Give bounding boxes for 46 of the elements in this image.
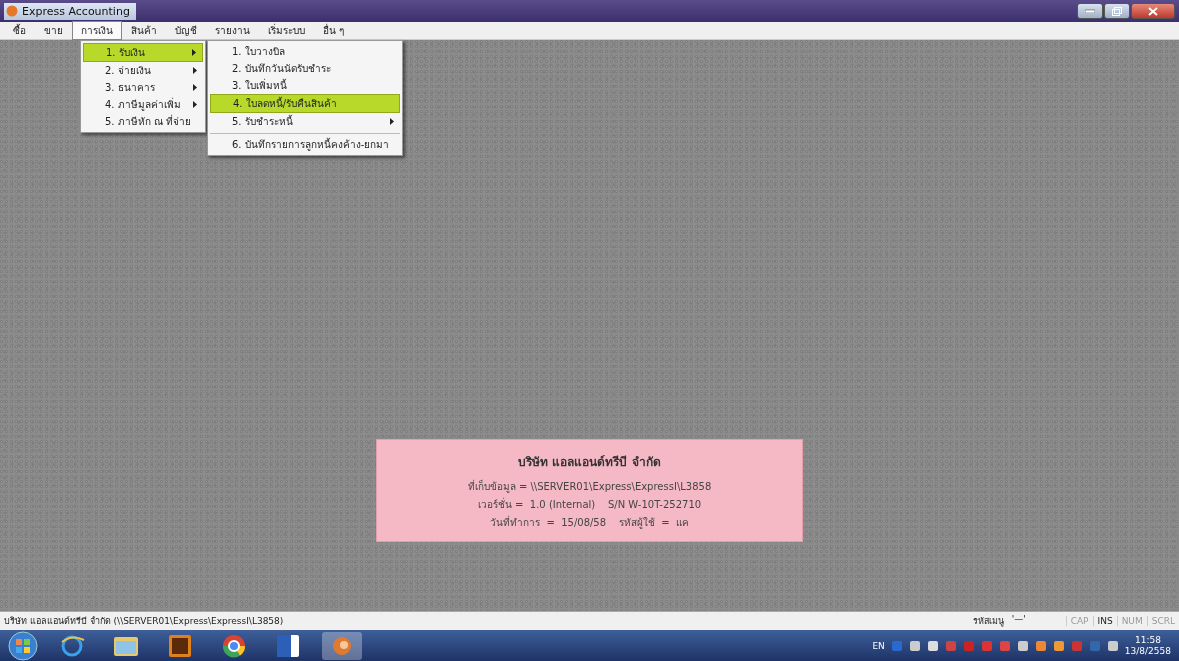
submenu-arrow-icon <box>193 84 197 91</box>
clock[interactable]: 11:58 13/8/2558 <box>1124 634 1171 657</box>
company-name: บริษัท แอลแอนด์ทรีบี จำกัด <box>518 454 661 471</box>
key-indicator: NUM <box>1116 616 1147 626</box>
submenu-arrow-icon <box>193 101 197 108</box>
menu-item[interactable]: 2. จ่ายเงิน <box>83 62 203 79</box>
info-line: วันที่ทำการ = 15/08/58 รหัสผู้ใช้ = แค <box>490 515 689 530</box>
maximize-button[interactable] <box>1104 3 1130 19</box>
menu-code-value: '—' <box>1011 614 1026 626</box>
submenu-arrow-icon <box>192 49 196 56</box>
menu-bar-item[interactable]: รายงาน <box>206 21 259 40</box>
submenu-arrow-icon <box>193 67 197 74</box>
menu-bar-item[interactable]: ขาย <box>35 21 72 40</box>
info-line: ที่เก็บข้อมูล = \\SERVER01\Express\ExpressI\L3858 <box>467 479 712 494</box>
menu-item[interactable]: 1. ใบวางบิล <box>210 43 400 60</box>
minimize-icon <box>1085 9 1095 13</box>
menu-item[interactable]: 4. ภาษีมูลค่าเพิ่ม <box>83 96 203 113</box>
key-indicator: CAP <box>1065 616 1093 626</box>
window-title: Express Accounting <box>4 2 136 20</box>
start-button[interactable] <box>8 630 38 661</box>
menu-bar-item[interactable]: อื่น ๆ <box>314 21 354 40</box>
menu-item[interactable]: 6. บันทึกรายการลูกหนี้คงค้าง-ยกมา <box>210 133 400 153</box>
menu-item[interactable]: 5. ภาษีหัก ณ ที่จ่าย <box>83 113 203 130</box>
key-indicator: INS <box>1092 616 1117 626</box>
submenu-arrow-icon <box>390 118 394 125</box>
app-logo-icon <box>6 5 18 17</box>
close-icon <box>1148 6 1158 16</box>
menu-bar-item[interactable]: สินค้า <box>122 21 166 40</box>
minimize-button[interactable] <box>1077 3 1103 19</box>
menu-bar-item[interactable]: เริ่มระบบ <box>259 21 314 40</box>
language-indicator[interactable]: EN <box>872 640 885 651</box>
info-line: เวอร์ชั่น = 1.0 (Internal) S/N W-10T-252710 <box>477 497 702 512</box>
maximize-icon <box>1112 6 1122 16</box>
menu-item[interactable]: 1. รับเงิน <box>83 43 203 62</box>
menu-bar-item[interactable]: การเงิน <box>72 21 122 40</box>
menu-item[interactable]: 4. ใบลดหนี้/รับคืนสินค้า <box>210 94 400 113</box>
menu-item[interactable]: 3. ใบเพิ่มหนี้ <box>210 77 400 94</box>
close-button[interactable] <box>1131 3 1175 19</box>
menu-item[interactable]: 5. รับชำระหนี้ <box>210 113 400 130</box>
menu-item[interactable]: 3. ธนาคาร <box>83 79 203 96</box>
menu-bar-item[interactable]: บัญชี <box>166 21 206 40</box>
menu-item[interactable]: 2. บันทึกวันนัดรับชำระ <box>210 60 400 77</box>
menu-bar-item[interactable]: ซื้อ <box>4 21 35 40</box>
menu-code-label: รหัสเมนู <box>972 615 1004 628</box>
status-text: บริษัท แอลแอนด์ทรีบี จำกัด (\\SERVER01\Express\ExpressI\L3858) <box>3 615 284 628</box>
key-indicator: SCRL <box>1146 616 1179 626</box>
